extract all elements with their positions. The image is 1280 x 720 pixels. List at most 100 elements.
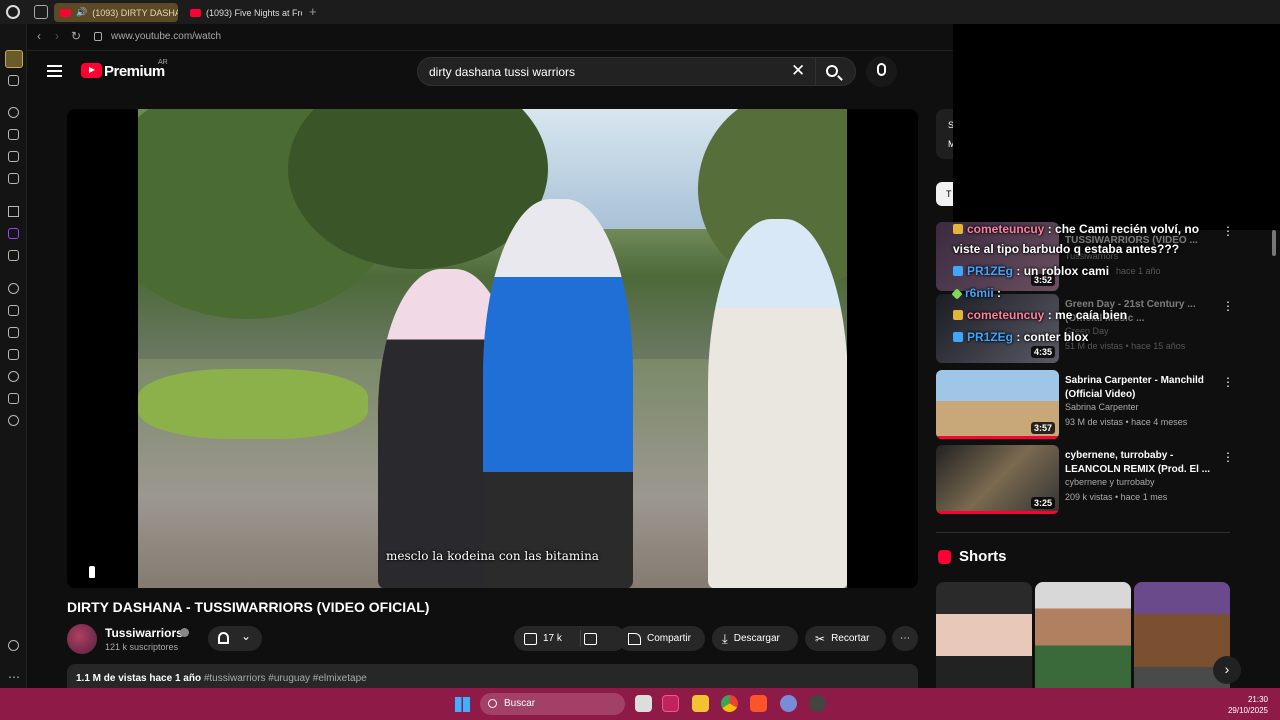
opera-gx-icon[interactable] xyxy=(662,695,679,712)
filter-chip[interactable]: T xyxy=(936,182,953,206)
system-clock[interactable]: 21:30 29/10/2025 xyxy=(1228,694,1268,716)
settings-gear-icon[interactable] xyxy=(8,415,19,426)
more-vertical-icon[interactable]: ⋮ xyxy=(1222,375,1234,389)
right-top-card[interactable]: S M xyxy=(936,109,956,159)
youtube-favicon-icon xyxy=(60,8,71,17)
apps-grid-icon[interactable] xyxy=(8,305,19,316)
extensions-icon[interactable] xyxy=(8,393,19,404)
m-app-icon[interactable] xyxy=(8,173,19,184)
browser-tab[interactable]: (1093) Five Nights at Fred xyxy=(184,3,302,22)
taskbar-search[interactable]: Buscar xyxy=(480,693,625,715)
rec-title[interactable]: Sabrina Carpenter - Manchild (Official V… xyxy=(1065,374,1215,402)
more-vertical-icon[interactable]: ⋮ xyxy=(1222,450,1234,464)
notifications-button[interactable]: ⌄ xyxy=(208,626,262,651)
video-thumbnail[interactable]: 3:25 xyxy=(936,445,1059,514)
chat-message: cometeuncuy : che Cami recién volví, no xyxy=(953,222,1199,236)
more-dots-icon[interactable]: ⋯ xyxy=(8,670,20,684)
recommended-video[interactable]: 4:35 Green Day - 21st Century ... (Offic… xyxy=(936,294,1236,364)
video-thumbnail[interactable]: 3:57 xyxy=(936,370,1059,439)
chat-text: : xyxy=(997,286,1002,300)
search-input[interactable]: dirty dashana tussi warriors ✕ xyxy=(417,57,816,86)
chat-user: cometeuncuy xyxy=(967,308,1045,322)
chat-user: cometeuncuy xyxy=(967,222,1045,236)
rec-channel[interactable]: cybernene y turrobaby xyxy=(1065,477,1155,487)
channel-name[interactable]: Tussiwarriors xyxy=(105,626,183,640)
download-button[interactable]: ⤓ Descargar xyxy=(712,626,798,651)
youtube-logo-icon[interactable] xyxy=(81,63,102,78)
mouse-cursor xyxy=(88,565,96,579)
clip-button[interactable]: ✂ Recortar xyxy=(805,626,886,651)
speaker-icon[interactable]: 🔊 xyxy=(76,7,87,18)
file-explorer-icon[interactable] xyxy=(692,695,709,712)
hamburger-menu-icon[interactable] xyxy=(47,65,62,77)
brave-icon[interactable] xyxy=(750,695,767,712)
hashtags[interactable]: #tussiwarriors #uruguay #elmixetape xyxy=(204,673,367,684)
app-icon[interactable] xyxy=(809,695,826,712)
more-actions-button[interactable]: ⋯ xyxy=(892,626,918,651)
browser-tab-active[interactable]: 🔊 (1093) DIRTY DASHA xyxy=(54,3,178,22)
home-icon[interactable] xyxy=(5,50,23,68)
short-thumbnail[interactable] xyxy=(936,582,1032,688)
chat-message: PR1ZEg : conter blox xyxy=(953,330,1088,344)
sidebar-toggle-icon[interactable] xyxy=(8,640,19,651)
new-tab-plus-icon[interactable]: + xyxy=(309,4,317,19)
shorts-icon xyxy=(938,550,951,564)
share-button[interactable]: Compartir xyxy=(618,626,705,651)
gaming-icon[interactable] xyxy=(8,75,19,86)
pin-icon[interactable] xyxy=(8,349,19,360)
twitch-icon[interactable] xyxy=(8,228,19,239)
windows-start-icon[interactable] xyxy=(455,697,470,712)
more-vertical-icon[interactable]: ⋮ xyxy=(1222,224,1234,238)
history-icon[interactable] xyxy=(8,371,19,382)
video-player[interactable]: mesclo la kodeina con las bitamina xyxy=(67,109,918,588)
voice-search-button[interactable] xyxy=(866,56,897,87)
short-thumbnail[interactable] xyxy=(1035,582,1131,688)
recommended-video[interactable]: 3:25 cybernene, turrobaby - LEANCOLN REM… xyxy=(936,445,1236,515)
rec-title[interactable]: cybernene, turrobaby - LEANCOLN REMIX (P… xyxy=(1065,449,1215,477)
recommended-video[interactable]: 3:57 Sabrina Carpenter - Manchild (Offic… xyxy=(936,370,1236,440)
url-field[interactable]: www.youtube.com/watch xyxy=(111,31,221,42)
tab-islands-icon[interactable] xyxy=(34,5,48,19)
search-button[interactable] xyxy=(816,57,856,86)
duration-badge: 3:25 xyxy=(1030,497,1055,509)
section-divider xyxy=(936,532,1230,533)
chat-text: : che Cami recién volví, no xyxy=(1047,222,1200,236)
shorts-next-button[interactable]: › xyxy=(1213,656,1241,684)
x-icon[interactable] xyxy=(8,250,19,261)
chrome-icon[interactable] xyxy=(721,695,738,712)
player-icon[interactable] xyxy=(8,283,19,294)
aria-icon[interactable] xyxy=(8,107,19,118)
shorts-heading: Shorts xyxy=(959,548,1007,565)
bag-icon[interactable] xyxy=(8,129,19,140)
lock-icon xyxy=(94,32,102,41)
wallet-icon[interactable] xyxy=(8,151,19,162)
reload-icon[interactable]: ↻ xyxy=(71,29,81,43)
like-count[interactable]: 17 k xyxy=(543,633,562,644)
search-query[interactable]: dirty dashana tussi warriors xyxy=(429,65,575,79)
browser-sidebar: ⋯ xyxy=(0,24,27,688)
scrollbar-thumb[interactable] xyxy=(1272,230,1276,256)
chat-user: r6mii xyxy=(965,286,994,300)
opera-logo-icon[interactable] xyxy=(6,5,20,19)
thumbs-up-icon[interactable] xyxy=(524,632,537,645)
arrow-app-icon[interactable] xyxy=(8,206,19,217)
task-view-icon[interactable] xyxy=(635,695,652,712)
ccleaner-icon[interactable] xyxy=(780,695,797,712)
clear-search-icon[interactable]: ✕ xyxy=(791,61,805,81)
subscriber-count: 121 k suscriptores xyxy=(105,642,179,652)
video-grass xyxy=(138,369,368,439)
forward-icon[interactable]: › xyxy=(55,29,59,43)
description-box[interactable]: 1.1 M de vistas hace 1 año #tussiwarrior… xyxy=(67,664,918,688)
video-frame[interactable]: mesclo la kodeina con las bitamina xyxy=(138,109,847,588)
heart-icon[interactable] xyxy=(8,327,19,338)
share-label: Compartir xyxy=(647,633,691,644)
chat-text: viste al tipo barbudo q estaba antes??? xyxy=(953,242,1180,256)
duration-badge: 3:57 xyxy=(1030,422,1055,434)
channel-avatar[interactable] xyxy=(67,624,97,654)
thumbs-down-icon[interactable] xyxy=(583,632,597,645)
premium-logo-text[interactable]: Premium xyxy=(104,63,165,80)
rec-channel[interactable]: Sabrina Carpenter xyxy=(1065,402,1139,412)
video-thumbnail[interactable]: 4:35 xyxy=(936,294,1059,363)
more-vertical-icon[interactable]: ⋮ xyxy=(1222,299,1234,313)
back-icon[interactable]: ‹ xyxy=(37,29,41,43)
